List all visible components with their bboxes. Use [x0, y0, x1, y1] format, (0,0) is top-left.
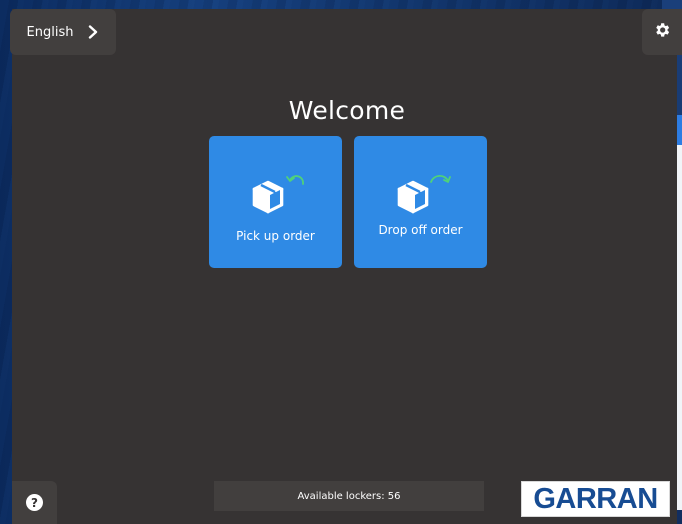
page-title: Welcome [288, 96, 406, 125]
drop-off-order-button[interactable]: Drop off order [354, 136, 487, 268]
pick-up-order-label: Pick up order [236, 229, 315, 243]
settings-button[interactable] [642, 9, 682, 55]
chevron-right-icon [87, 25, 99, 39]
language-button[interactable]: English [10, 9, 116, 55]
gear-icon [653, 21, 671, 43]
pick-up-order-button[interactable]: Pick up order [209, 136, 342, 268]
drop-off-order-label: Drop off order [378, 223, 463, 237]
language-label: English [26, 24, 74, 40]
logo-text: GARRAN [533, 482, 658, 515]
package-send-icon [391, 174, 451, 220]
question-icon: ? [26, 494, 43, 511]
available-lockers-status: Available lockers: 56 [214, 481, 484, 511]
help-button[interactable]: ? [12, 481, 57, 524]
package-return-icon [246, 174, 306, 220]
kiosk-screen [12, 9, 677, 524]
status-text: Available lockers: 56 [297, 490, 401, 502]
garran-logo: GARRAN [521, 481, 670, 517]
